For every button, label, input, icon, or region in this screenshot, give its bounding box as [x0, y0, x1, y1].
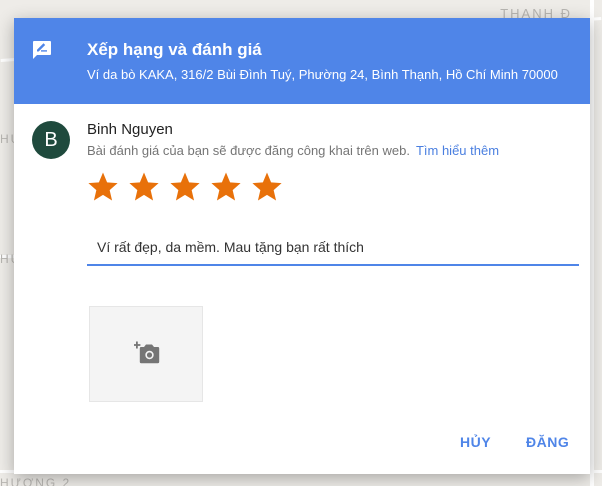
public-notice: Bài đánh giá của bạn sẽ được đăng công k… [87, 143, 499, 158]
map-label: HƯƠNG 2 [0, 476, 72, 486]
rate-review-icon [32, 40, 52, 60]
review-text-input[interactable] [87, 230, 579, 266]
star-2-icon[interactable] [127, 170, 161, 204]
map-road [590, 0, 594, 486]
dialog-title: Xếp hạng và đánh giá [87, 40, 262, 59]
star-5-icon[interactable] [250, 170, 284, 204]
star-3-icon[interactable] [168, 170, 202, 204]
place-address: Ví da bò KAKA, 316/2 Bùi Đình Tuý, Phườn… [87, 67, 558, 82]
cancel-button[interactable]: HỦY [460, 434, 491, 450]
add-photo-button[interactable] [89, 306, 203, 402]
learn-more-link[interactable]: Tìm hiểu thêm [416, 143, 499, 158]
post-button[interactable]: ĐĂNG [526, 434, 569, 450]
review-dialog: Xếp hạng và đánh giá Ví da bò KAKA, 316/… [14, 18, 590, 474]
avatar: B [32, 121, 70, 159]
star-rating [86, 170, 291, 210]
user-name: Binh Nguyen [87, 121, 173, 138]
add-photo-camera-icon [134, 341, 160, 365]
star-4-icon[interactable] [209, 170, 243, 204]
public-notice-text: Bài đánh giá của bạn sẽ được đăng công k… [87, 143, 410, 158]
dialog-header: Xếp hạng và đánh giá Ví da bò KAKA, 316/… [14, 18, 590, 104]
star-1-icon[interactable] [86, 170, 120, 204]
